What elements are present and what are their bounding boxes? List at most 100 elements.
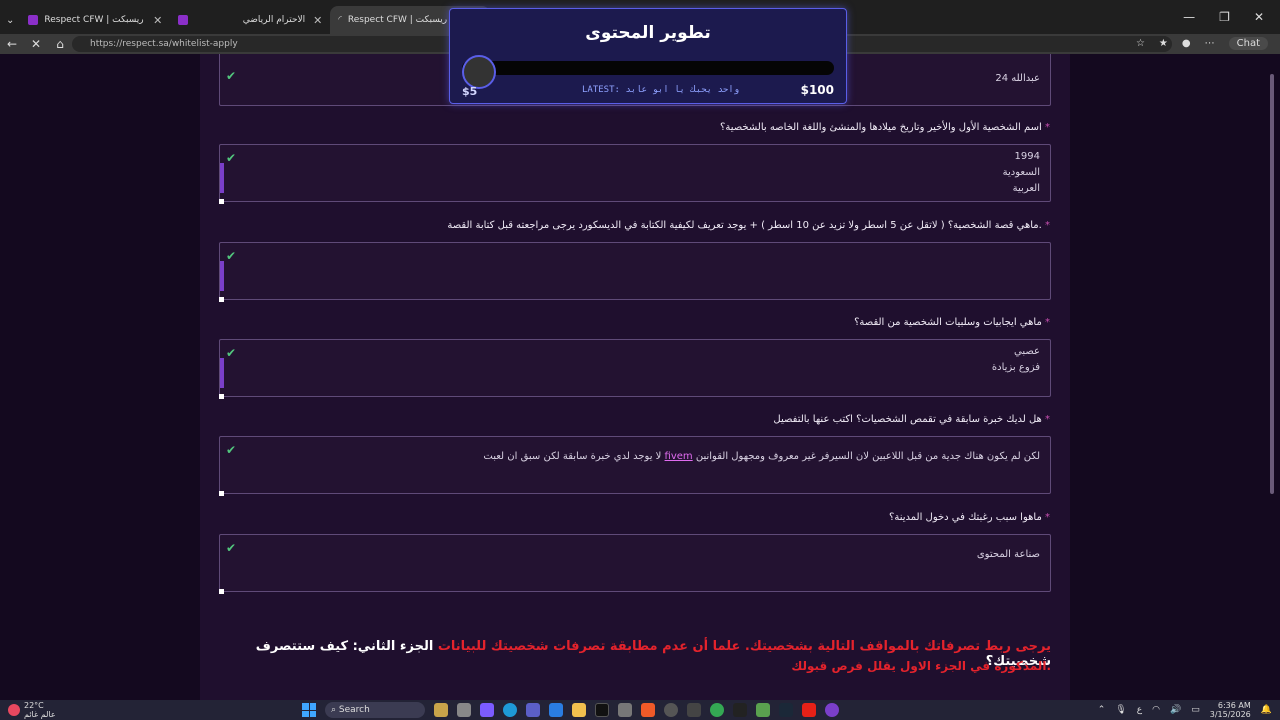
tab-list-icon[interactable]: ⌄ (6, 15, 14, 26)
tab-label: الاحترام الرياضي (242, 15, 306, 25)
resize-handle[interactable] (219, 589, 224, 594)
store-icon[interactable] (618, 703, 632, 717)
close-window-icon[interactable]: ✕ (1254, 10, 1264, 24)
settings-gear-icon[interactable] (664, 703, 678, 717)
check-icon: ✔ (226, 443, 237, 457)
question-text: ماهي ايجابيات وسلبيات الشخصية من القصة؟ (854, 317, 1042, 328)
favorites-icon[interactable]: ★ (1159, 38, 1168, 49)
resize-handle[interactable] (219, 491, 224, 496)
taskbar-search[interactable]: ⌕ Search (325, 702, 425, 718)
edge-icon[interactable] (503, 703, 517, 717)
check-icon: ✔ (226, 151, 237, 165)
question-text: هل لديك خبرة سابقة في تقمص الشخصيات؟ اكت… (773, 414, 1042, 425)
field-value: صناعة المحتوى (976, 549, 1040, 560)
profile-avatar-icon[interactable]: ● (1182, 38, 1191, 49)
date: 3/15/2026 (1209, 710, 1251, 719)
battery-icon[interactable]: ▭ (1191, 705, 1200, 715)
misspelled-word: fivem (664, 451, 693, 462)
wifi-icon[interactable]: ◠ (1152, 705, 1160, 715)
window-controls: — ❐ ✕ (1183, 10, 1264, 24)
latest-donation: LATEST: واحد يحبك يا ابو عابد (582, 85, 740, 95)
xbox-icon[interactable] (687, 703, 701, 717)
value-part: لكن لم يكون هناك جدية من قبل اللاعبين لا… (692, 451, 1040, 462)
outlook-icon[interactable] (549, 703, 563, 717)
donation-goal-overlay: تطوير المحتوى $5 LATEST: واحد يحبك يا اب… (449, 8, 847, 104)
weather-widget[interactable]: 22°C عالم غائم (8, 701, 56, 719)
file-explorer-icon[interactable] (572, 703, 586, 717)
pros-cons-textarea[interactable]: ✔ عصبي فزوع بزيادة (219, 339, 1051, 399)
task-view-icon[interactable] (457, 703, 471, 717)
tab-label: Respect CFW | ريسبكت (44, 15, 144, 25)
stop-loading-icon[interactable]: ✕ (24, 37, 48, 51)
tab-respect-1[interactable]: Respect CFW | ريسبكت ✕ (20, 6, 170, 34)
back-arrow-icon[interactable]: ← (0, 37, 24, 51)
steam-icon[interactable] (779, 703, 793, 717)
favorite-star-icon[interactable]: ☆ (1136, 38, 1145, 49)
microphone-icon[interactable]: 🎙 (1115, 705, 1126, 715)
brave-icon[interactable] (641, 703, 655, 717)
question-label: اسم الشخصية الأول والأخير وتاريخ ميلادها… (720, 122, 1050, 133)
clock[interactable]: 6:36 AM 3/15/2026 (1210, 701, 1251, 719)
capcut-icon[interactable] (733, 703, 747, 717)
goal-title: تطوير المحتوى (585, 23, 711, 43)
field-value: 1994 السعودية العربية (1002, 151, 1040, 194)
chat-label: Chat (1236, 38, 1260, 49)
chrome-icon[interactable] (710, 703, 724, 717)
field-value: لا يوجد لدي خبرة سابقة لكن سبق ان لعبت f… (483, 449, 1040, 465)
reason-textarea[interactable]: ✔ صناعة المحتوى (219, 534, 1051, 594)
check-icon: ✔ (226, 249, 237, 263)
scrollbar-thumb[interactable] (220, 261, 224, 291)
goal-min: $5 (462, 85, 478, 98)
teams-icon[interactable] (526, 703, 540, 717)
copilot-icon[interactable] (480, 703, 494, 717)
time: 6:36 AM (1217, 701, 1251, 710)
more-menu-icon[interactable]: ⋯ (1205, 38, 1215, 49)
copilot-chat-button[interactable]: Chat (1228, 37, 1268, 50)
tiktok-icon[interactable] (595, 703, 609, 717)
maximize-icon[interactable]: ❐ (1219, 10, 1230, 24)
required-mark: * (1045, 122, 1050, 133)
resize-handle[interactable] (219, 297, 224, 302)
page-scrollbar[interactable] (1270, 74, 1274, 494)
discord-icon[interactable] (825, 703, 839, 717)
minecraft-icon[interactable] (756, 703, 770, 717)
question-label: هل لديك خبرة سابقة في تقمص الشخصيات؟ اكت… (773, 414, 1050, 425)
question-text: اسم الشخصية الأول والأخير وتاريخ ميلادها… (720, 122, 1042, 133)
chevron-up-icon[interactable]: ⌃ (1098, 705, 1106, 715)
tab-label: Respect CFW | ريسبكت (347, 15, 448, 25)
language-indicator[interactable]: ع (1137, 705, 1142, 715)
weather-icon (8, 704, 20, 716)
youtube-icon[interactable] (802, 703, 816, 717)
check-icon: ✔ (226, 346, 237, 360)
character-story-textarea[interactable]: ✔ (219, 242, 1051, 302)
resize-handle[interactable] (219, 394, 224, 399)
search-label: Search (338, 705, 370, 715)
start-menu-icon[interactable] (302, 703, 316, 717)
temperature: 22°C (24, 701, 44, 710)
notification-bell-icon[interactable]: 🔔 (1261, 705, 1272, 715)
volume-icon[interactable]: 🔊 (1170, 705, 1181, 715)
web-page: ✔ عبدالله 24 اسم الشخصية الأول والأخير و… (0, 54, 1280, 700)
site-favicon-icon (178, 15, 189, 25)
scrollbar-thumb[interactable] (220, 163, 224, 193)
site-favicon-icon (28, 15, 39, 25)
close-tab-icon[interactable]: ✕ (153, 14, 162, 27)
question-label: ماهي قصة الشخصية؟ ( لاتقل عن 5 اسطر ولا … (447, 220, 1050, 231)
character-info-textarea[interactable]: ✔ 1994 السعودية العربية (219, 144, 1051, 204)
system-tray: ⌃ 🎙 ع ◠ 🔊 ▭ 6:36 AM 3/15/2026 🔔 (1098, 701, 1272, 719)
experience-textarea[interactable]: ✔ لا يوجد لدي خبرة سابقة لكن سبق ان لعبت… (219, 436, 1051, 496)
home-icon[interactable]: ⌂ (48, 37, 72, 51)
scrollbar-thumb[interactable] (220, 358, 224, 388)
widgets-icon[interactable] (434, 703, 448, 717)
avatar (462, 55, 496, 89)
required-mark: * (1045, 220, 1050, 231)
required-mark: * (1045, 414, 1050, 425)
close-tab-icon[interactable]: ✕ (313, 14, 322, 27)
form-container: ✔ عبدالله 24 اسم الشخصية الأول والأخير و… (200, 54, 1070, 700)
field-value: عصبي فزوع بزيادة (991, 346, 1040, 373)
minimize-icon[interactable]: — (1183, 10, 1195, 24)
resize-handle[interactable] (219, 199, 224, 204)
tab-sports[interactable]: الاحترام الرياضي ✕ (170, 6, 330, 34)
required-mark: * (1045, 512, 1050, 523)
check-icon: ✔ (226, 69, 237, 83)
